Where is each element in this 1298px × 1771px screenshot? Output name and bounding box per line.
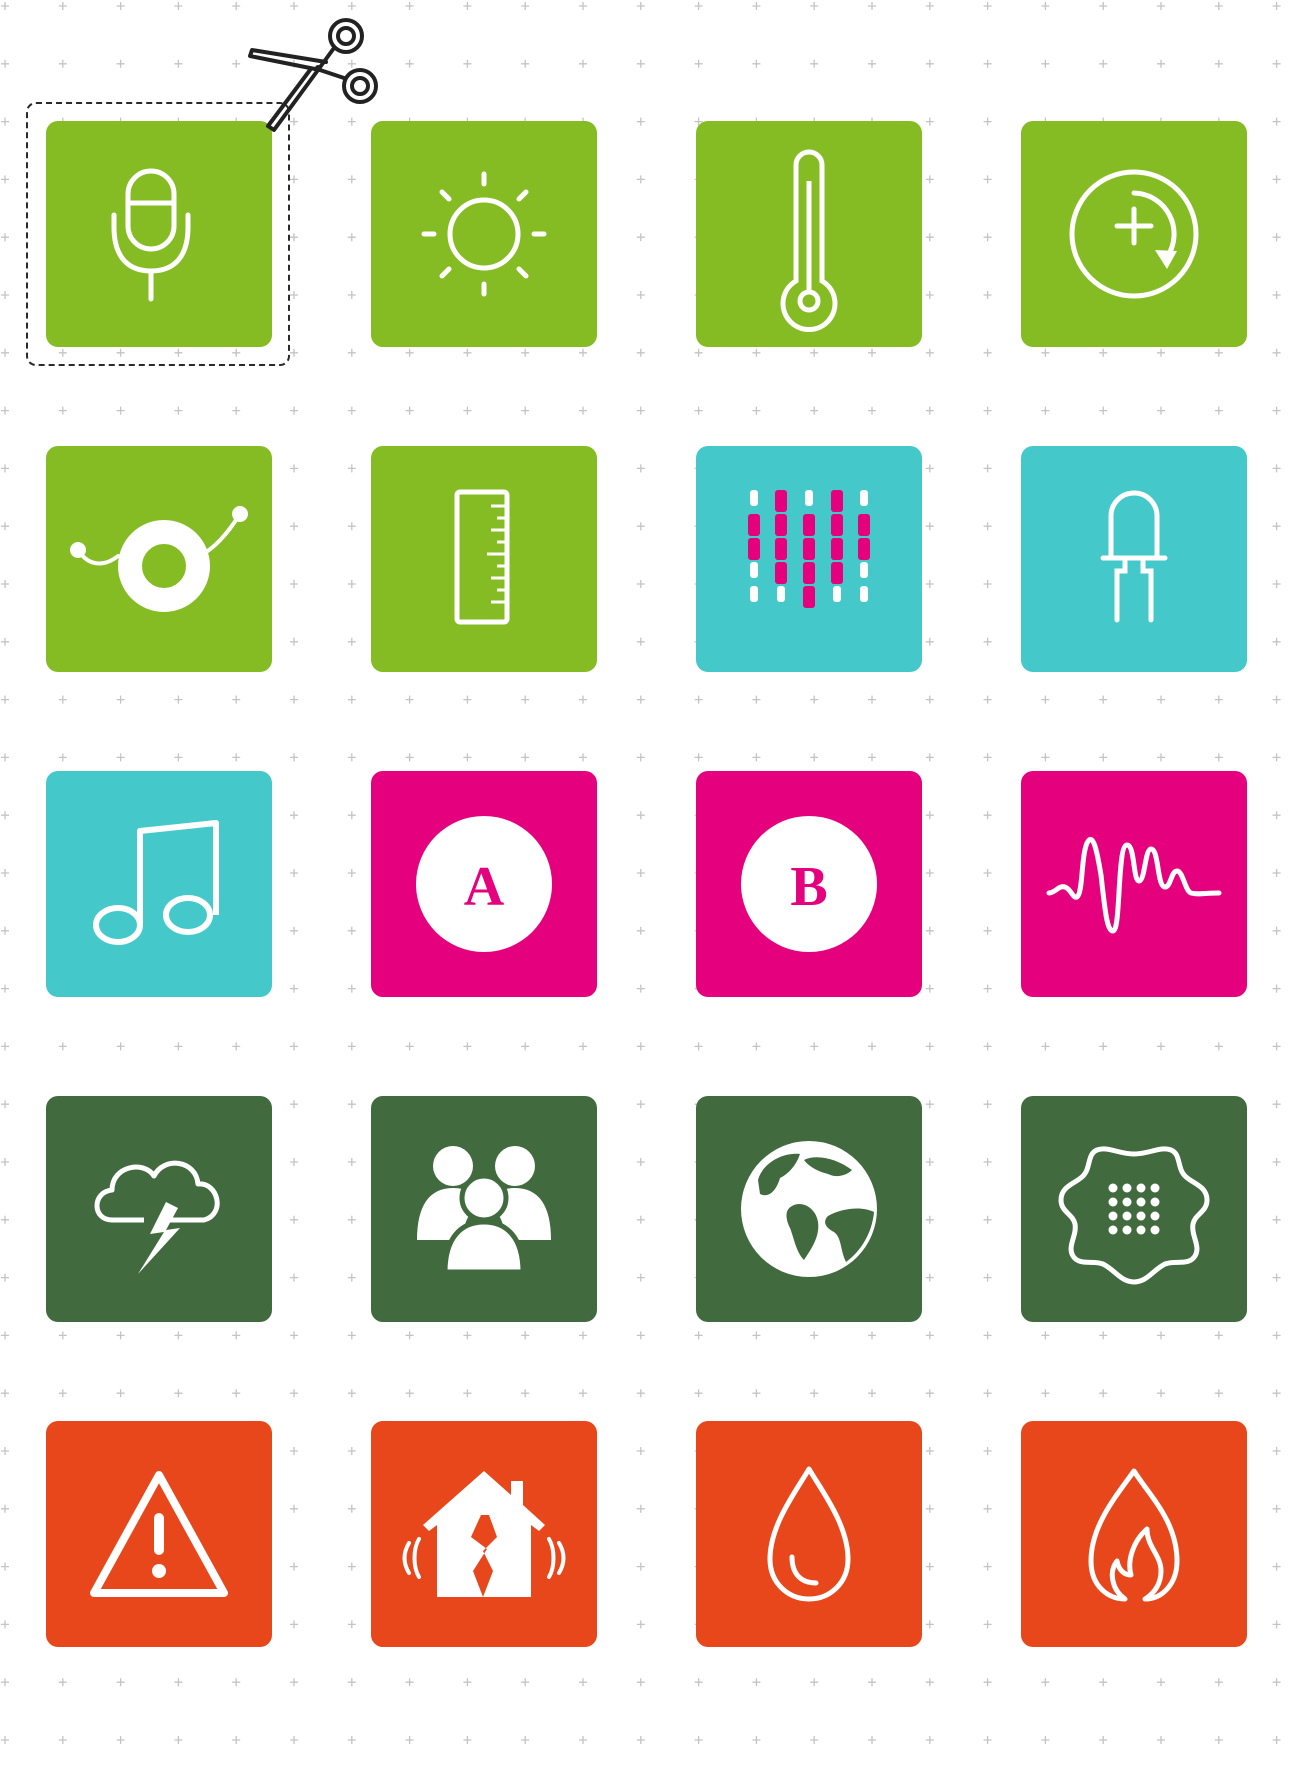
matrix-led xyxy=(803,586,815,608)
matrix-led xyxy=(805,490,813,506)
button-a-label: A xyxy=(464,856,505,918)
people-icon xyxy=(417,1146,551,1275)
splat-dot xyxy=(1108,1225,1118,1235)
splat-dot xyxy=(1122,1211,1132,1221)
matrix-led xyxy=(831,538,843,560)
sun-icon xyxy=(421,171,547,297)
tile-people[interactable] xyxy=(371,1096,597,1322)
tile-globe[interactable] xyxy=(696,1096,922,1322)
tile-thunderstorm[interactable] xyxy=(46,1096,272,1322)
tile-led-matrix[interactable] xyxy=(696,446,922,672)
music-note-icon xyxy=(93,820,219,945)
splat-dot xyxy=(1108,1211,1118,1221)
globe-icon xyxy=(741,1141,877,1277)
matrix-led xyxy=(777,586,785,602)
thermometer-icon xyxy=(780,149,838,332)
cut-outline xyxy=(26,102,290,366)
splat-dot xyxy=(1136,1183,1146,1193)
tile-splat-grid[interactable] xyxy=(1021,1096,1247,1322)
matrix-led xyxy=(748,514,760,536)
led-matrix-icon xyxy=(748,490,870,608)
scissors-icon xyxy=(248,18,378,132)
tile-fire[interactable] xyxy=(1021,1421,1247,1647)
splat-grid-icon xyxy=(1058,1146,1210,1285)
splat-dot xyxy=(1122,1197,1132,1207)
matrix-led xyxy=(775,538,787,560)
tile-warning[interactable] xyxy=(46,1421,272,1647)
splat-dot xyxy=(1150,1225,1160,1235)
matrix-led xyxy=(858,538,870,560)
tile-rotate-add[interactable] xyxy=(1021,121,1247,347)
warning-icon xyxy=(90,1471,228,1597)
rotate-add-icon xyxy=(1069,169,1199,299)
eye-sensor-icon xyxy=(70,506,248,612)
matrix-led xyxy=(750,562,758,578)
water-drop-icon xyxy=(767,1466,851,1602)
sound-wave-icon xyxy=(1046,837,1222,934)
matrix-led xyxy=(803,562,815,584)
matrix-led xyxy=(860,562,868,578)
tile-button-b[interactable]: B xyxy=(696,771,922,997)
splat-dot xyxy=(1136,1225,1146,1235)
matrix-led xyxy=(858,514,870,536)
splat-dot xyxy=(1136,1197,1146,1207)
matrix-led xyxy=(831,490,843,512)
splat-dot xyxy=(1108,1183,1118,1193)
tile-led[interactable] xyxy=(1021,446,1247,672)
matrix-led xyxy=(750,490,758,506)
matrix-led xyxy=(775,514,787,536)
splat-dot xyxy=(1136,1211,1146,1221)
splat-dot xyxy=(1150,1197,1160,1207)
matrix-led xyxy=(748,538,760,560)
splat-dot xyxy=(1150,1211,1160,1221)
matrix-led xyxy=(831,514,843,536)
tile-music-note[interactable] xyxy=(46,771,272,997)
splat-dot xyxy=(1108,1197,1118,1207)
splat-dot xyxy=(1122,1183,1132,1193)
matrix-led xyxy=(775,490,787,512)
matrix-led xyxy=(775,562,787,584)
fire-icon xyxy=(1088,1468,1180,1602)
matrix-led xyxy=(803,538,815,560)
matrix-led xyxy=(860,586,868,602)
thunderstorm-icon xyxy=(94,1160,220,1274)
tile-earthquake-house[interactable] xyxy=(371,1421,597,1647)
splat-dot xyxy=(1150,1183,1160,1193)
tile-sun[interactable] xyxy=(371,121,597,347)
earthquake-house-icon xyxy=(402,1471,566,1597)
matrix-led xyxy=(831,562,843,584)
ruler-icon xyxy=(454,489,510,625)
splat-dot xyxy=(1122,1225,1132,1235)
matrix-led xyxy=(750,586,758,602)
tile-ruler[interactable] xyxy=(371,446,597,672)
tile-sound-wave[interactable] xyxy=(1021,771,1247,997)
button-b-label: B xyxy=(790,856,827,918)
button-b-icon: B xyxy=(741,816,877,952)
matrix-led xyxy=(833,586,841,602)
matrix-led xyxy=(803,514,815,536)
tile-water-drop[interactable] xyxy=(696,1421,922,1647)
led-icon xyxy=(1100,490,1168,623)
tile-thermometer[interactable] xyxy=(696,121,922,347)
tile-button-a[interactable]: A xyxy=(371,771,597,997)
tile-eye-sensor[interactable] xyxy=(46,446,272,672)
button-a-icon: A xyxy=(416,816,552,952)
matrix-led xyxy=(860,490,868,506)
